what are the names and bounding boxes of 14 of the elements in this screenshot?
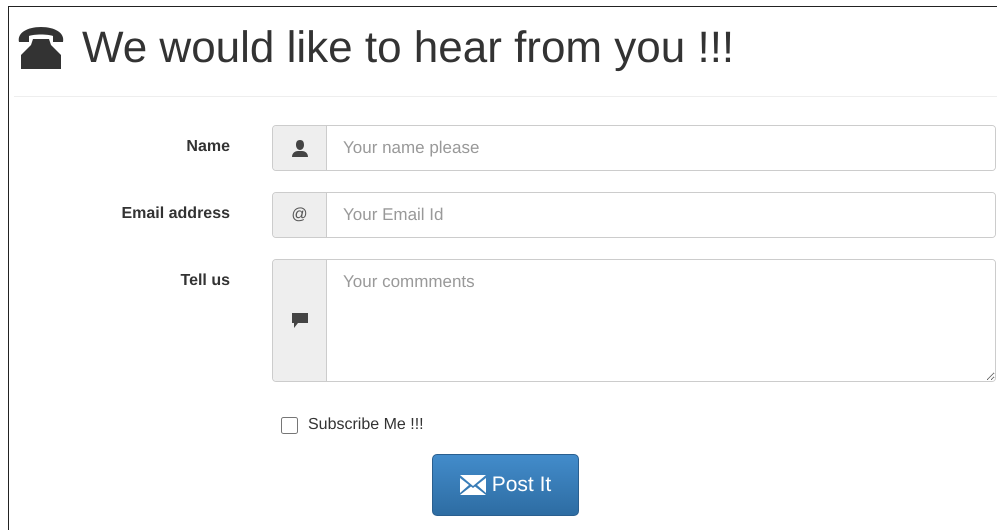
page-title: We would like to hear from you !!! xyxy=(82,26,734,70)
checkbox-label: Subscribe Me !!! xyxy=(308,416,424,434)
post-button[interactable]: Post It xyxy=(432,454,579,516)
input-addon: @ xyxy=(273,193,327,237)
input-field[interactable]: Your name please xyxy=(272,125,996,171)
field-label: Tell us xyxy=(180,271,230,291)
input-field[interactable]: @ Your Email Id xyxy=(272,192,996,238)
field-label: Name xyxy=(185,137,230,157)
comment-field[interactable]: Your commments xyxy=(272,259,996,382)
envelope-icon xyxy=(460,475,486,495)
person-icon xyxy=(292,140,308,156)
checkbox[interactable] xyxy=(281,416,298,434)
speech-bubble-icon xyxy=(292,313,308,328)
field-label: Email address xyxy=(120,204,230,224)
